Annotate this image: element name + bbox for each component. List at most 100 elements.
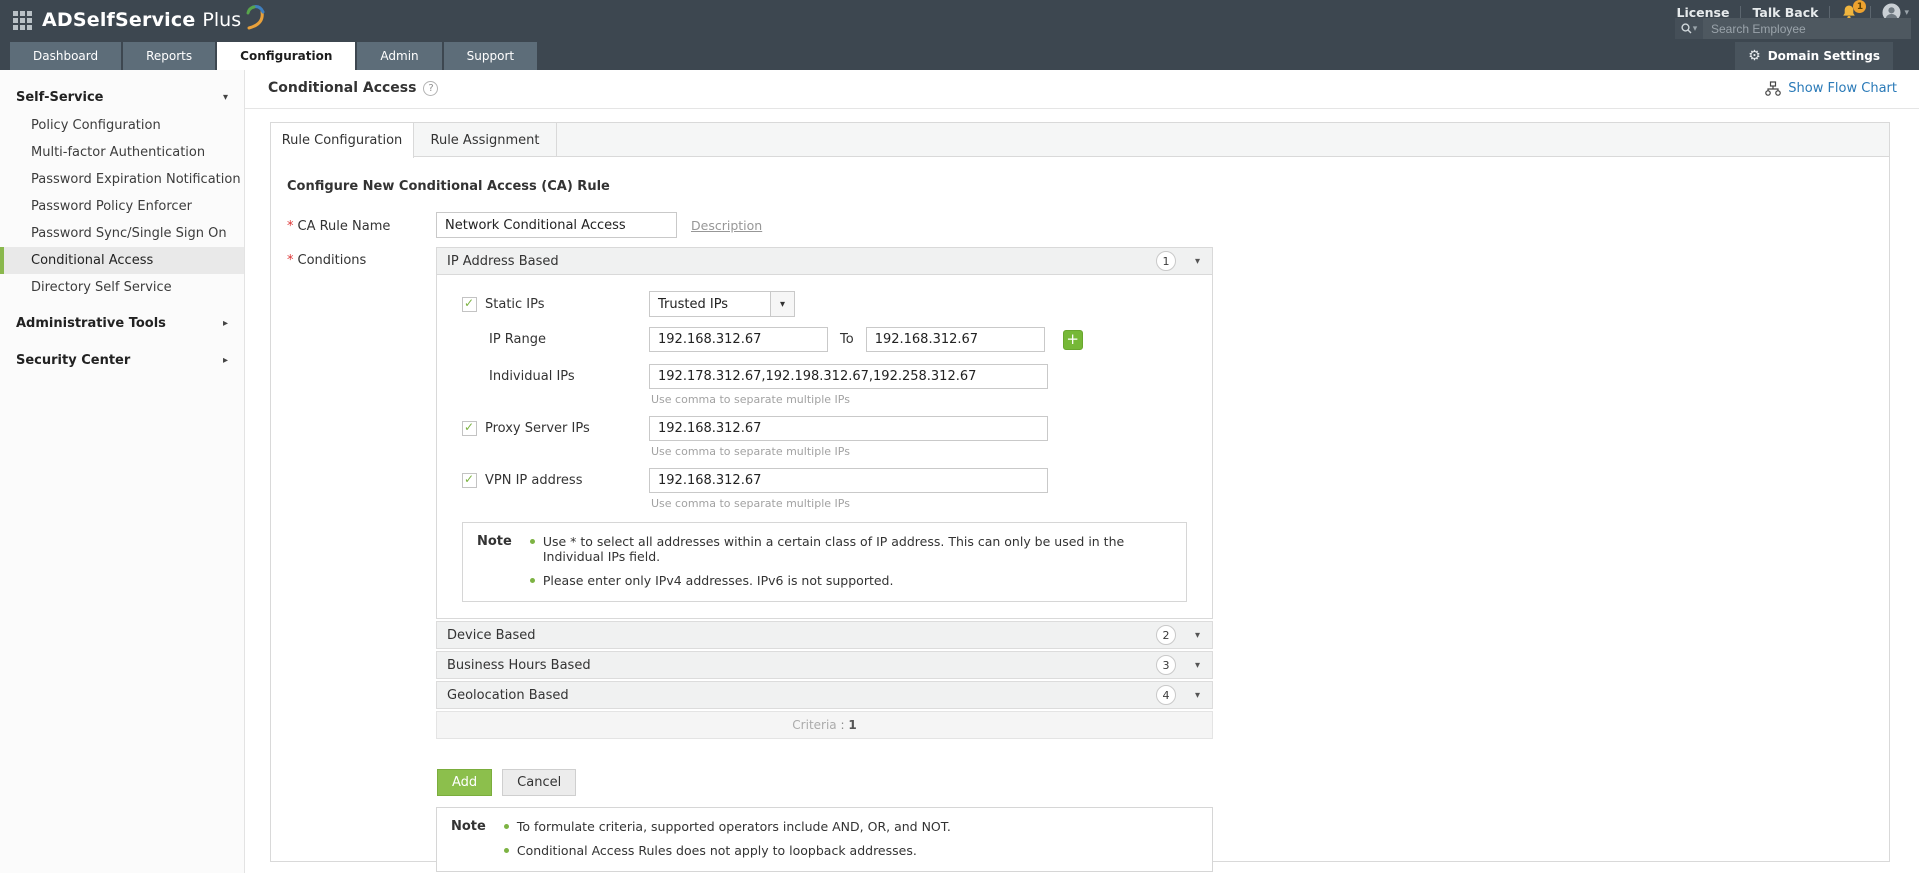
section-ip-address-based-header[interactable]: IP Address Based 1: [436, 247, 1213, 275]
sidebar-item-password-expiration-notification[interactable]: Password Expiration Notification: [0, 166, 244, 193]
section-geolocation-based-header[interactable]: Geolocation Based 4: [436, 681, 1213, 709]
section-title: Device Based: [437, 628, 536, 643]
sidebar-section-label: Security Center: [16, 353, 130, 368]
spacer: [0, 301, 244, 308]
main-content: Conditional Access Show Flow Chart Rule …: [245, 70, 1919, 873]
rule-configuration-form: Configure New Conditional Access (CA) Ru…: [271, 157, 1889, 861]
note-items: Use * to select all addresses within a c…: [528, 534, 1172, 588]
flow-chart-icon: [1765, 81, 1781, 96]
section-number-badge: 2: [1156, 625, 1176, 645]
sidebar-item-directory-self-service[interactable]: Directory Self Service: [0, 274, 244, 301]
section-number-badge: 3: [1156, 655, 1176, 675]
cancel-button[interactable]: Cancel: [502, 769, 576, 796]
chevron-down-icon[interactable]: [1195, 660, 1200, 671]
required-marker: *: [287, 253, 294, 268]
static-ips-select[interactable]: Trusted IPs: [649, 291, 795, 317]
static-ips-selected-value: Trusted IPs: [650, 297, 770, 312]
ip-range-row: IP Range To: [489, 327, 1212, 352]
proxy-server-ips-checkbox[interactable]: [462, 421, 477, 436]
adselfservice-plus-app: ADSelfService Plus License Talk Back 1: [0, 0, 1919, 873]
sidebar-item-policy-configuration[interactable]: Policy Configuration: [0, 112, 244, 139]
add-ip-range-button[interactable]: [1063, 330, 1083, 350]
chevron-right-icon: [223, 318, 228, 329]
note-item: Use * to select all addresses within a c…: [528, 534, 1172, 564]
ip-range-to-input[interactable]: [866, 327, 1045, 352]
domain-settings-button[interactable]: Domain Settings: [1735, 42, 1893, 70]
static-ips-label: Static IPs: [485, 297, 649, 312]
configuration-sidebar: Self-Service Policy Configuration Multi-…: [0, 70, 245, 873]
form-actions: Add Cancel: [437, 769, 576, 796]
section-business-hours-based-header[interactable]: Business Hours Based 3: [436, 651, 1213, 679]
static-ips-checkbox[interactable]: [462, 297, 477, 312]
criteria-value: 1: [848, 718, 856, 732]
description-link[interactable]: Description: [691, 218, 762, 233]
search-input[interactable]: [1703, 18, 1911, 39]
sidebar-section-self-service[interactable]: Self-Service: [0, 82, 244, 112]
section-number-badge: 1: [1156, 251, 1176, 271]
note-title: Note: [477, 534, 512, 588]
nav-tab-dashboard[interactable]: Dashboard: [10, 42, 121, 70]
nav-tab-admin[interactable]: Admin: [357, 42, 441, 70]
note-title: Note: [451, 819, 486, 858]
note-items: To formulate criteria, supported operato…: [502, 819, 951, 858]
to-label: To: [840, 332, 854, 347]
chevron-down-icon: [1904, 8, 1909, 18]
criteria-bar: Criteria 1: [436, 711, 1213, 739]
product-name-light: Plus: [202, 9, 241, 31]
nav-tab-reports[interactable]: Reports: [123, 42, 215, 70]
proxy-server-ips-row: Proxy Server IPs: [462, 416, 1212, 441]
criteria-label: Criteria: [792, 718, 836, 732]
show-flow-chart-link[interactable]: Show Flow Chart: [1765, 81, 1897, 96]
vpn-ip-address-input[interactable]: [649, 468, 1048, 493]
chevron-down-icon[interactable]: [1195, 256, 1200, 267]
vpn-ip-address-hint: Use comma to separate multiple IPs: [651, 497, 1212, 510]
note-item: Conditional Access Rules does not apply …: [502, 843, 951, 858]
proxy-server-ips-label: Proxy Server IPs: [485, 421, 649, 436]
proxy-server-ips-hint: Use comma to separate multiple IPs: [651, 445, 1212, 458]
product-logo: ADSelfService Plus: [42, 8, 267, 32]
add-button[interactable]: Add: [437, 769, 492, 796]
individual-ips-label: Individual IPs: [489, 369, 649, 384]
employee-search: [1675, 18, 1911, 39]
chevron-down-icon[interactable]: [1195, 630, 1200, 641]
spacer: [0, 338, 244, 345]
sidebar-item-multi-factor-authentication[interactable]: Multi-factor Authentication: [0, 139, 244, 166]
individual-ips-hint: Use comma to separate multiple IPs: [651, 393, 1212, 406]
app-grid-icon[interactable]: [13, 11, 34, 32]
static-ips-row: Static IPs Trusted IPs: [462, 291, 1212, 317]
required-marker: *: [287, 219, 294, 234]
tab-rule-configuration[interactable]: Rule Configuration: [271, 123, 414, 158]
individual-ips-row: Individual IPs: [489, 364, 1212, 389]
vpn-ip-address-checkbox[interactable]: [462, 473, 477, 488]
proxy-server-ips-input[interactable]: [649, 416, 1048, 441]
page-title-text: Conditional Access: [268, 80, 416, 96]
primary-nav-tabs: Dashboard Reports Configuration Admin Su…: [10, 42, 537, 70]
nav-tab-support[interactable]: Support: [444, 42, 537, 70]
individual-ips-input[interactable]: [649, 364, 1048, 389]
tab-rule-assignment[interactable]: Rule Assignment: [414, 123, 557, 157]
ip-range-from-input[interactable]: [649, 327, 828, 352]
domain-settings-label: Domain Settings: [1768, 49, 1880, 63]
ip-address-based-content: Static IPs Trusted IPs IP Range To: [436, 275, 1213, 619]
sidebar-item-password-policy-enforcer[interactable]: Password Policy Enforcer: [0, 193, 244, 220]
sidebar-section-administrative-tools[interactable]: Administrative Tools: [0, 308, 244, 338]
form-heading: Configure New Conditional Access (CA) Ru…: [287, 179, 610, 194]
ca-rule-name-input[interactable]: [436, 212, 677, 238]
chevron-down-icon: [770, 292, 794, 316]
section-device-based-header[interactable]: Device Based 2: [436, 621, 1213, 649]
chevron-right-icon: [223, 355, 228, 366]
page-title: Conditional Access: [268, 80, 438, 96]
chevron-down-icon: [223, 92, 228, 103]
page-title-row: Conditional Access Show Flow Chart: [245, 70, 1919, 109]
criteria-colon: [837, 718, 849, 732]
vpn-ip-address-label: VPN IP address: [485, 473, 649, 488]
search-icon[interactable]: [1675, 18, 1703, 39]
sidebar-item-password-sync-single-sign-on[interactable]: Password Sync/Single Sign On: [0, 220, 244, 247]
help-icon[interactable]: [423, 81, 438, 96]
chevron-down-icon[interactable]: [1195, 690, 1200, 701]
nav-tab-configuration[interactable]: Configuration: [217, 42, 355, 70]
sidebar-section-security-center[interactable]: Security Center: [0, 345, 244, 375]
conditions-label: *Conditions: [287, 253, 366, 268]
sidebar-item-conditional-access[interactable]: Conditional Access: [0, 247, 244, 274]
ca-rule-name-label: *CA Rule Name: [287, 219, 390, 234]
